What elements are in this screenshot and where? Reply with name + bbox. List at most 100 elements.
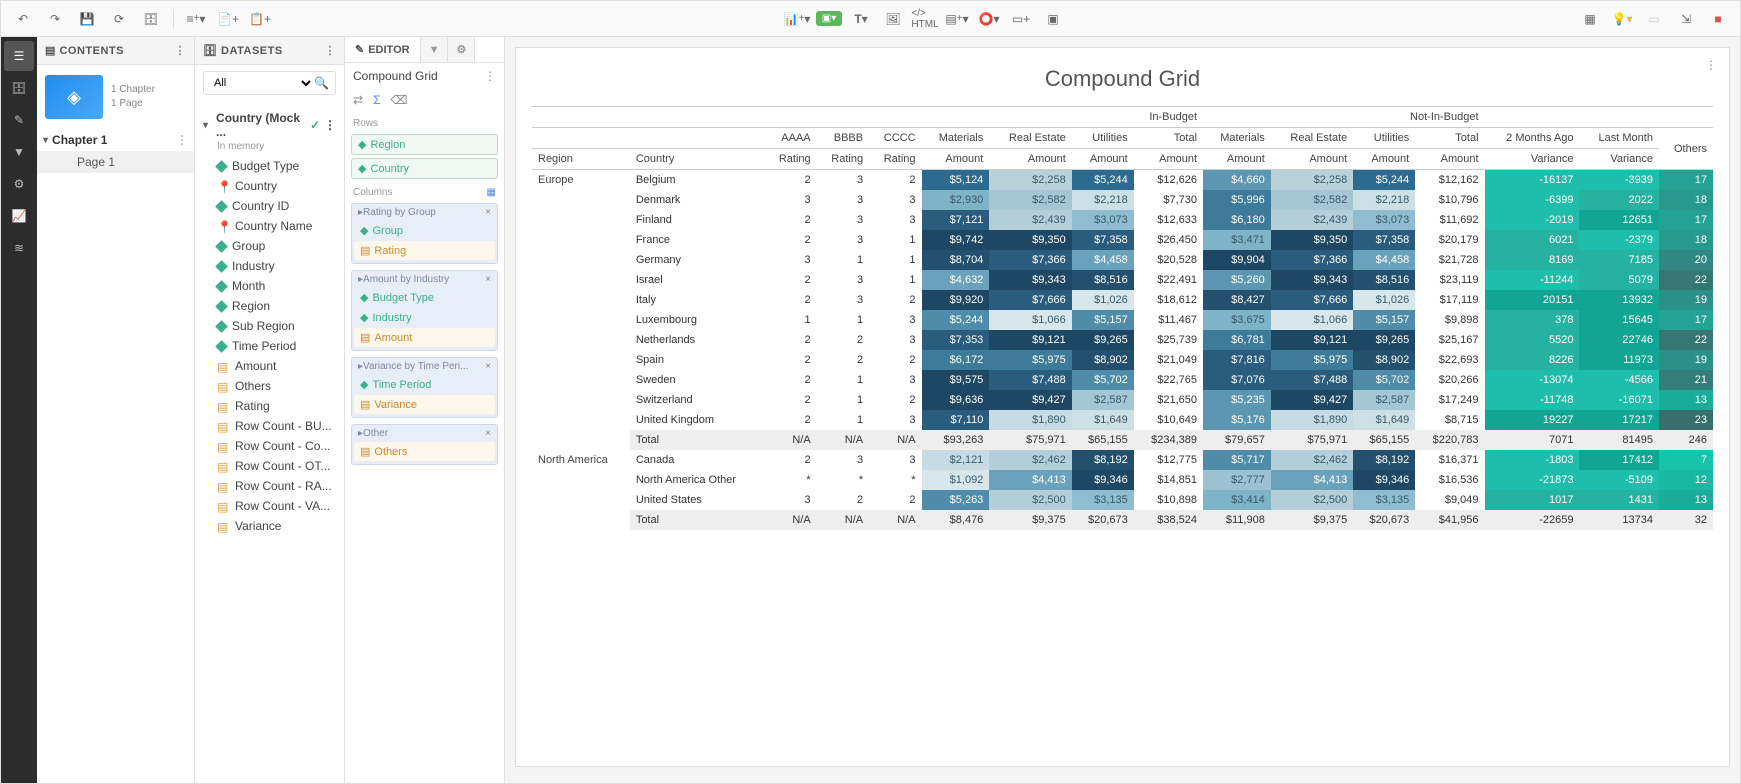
column-group[interactable]: ▸ Amount by Industry×◆Budget Type◆Indust…: [351, 270, 498, 351]
widget-menu-button[interactable]: ⋮: [1705, 58, 1717, 72]
close-icon[interactable]: ×: [485, 428, 491, 439]
grid-layout-icon[interactable]: ▦: [487, 187, 496, 198]
eraser-icon[interactable]: ⌫: [390, 93, 407, 107]
dataset-item[interactable]: Time Period: [203, 336, 336, 356]
save-button[interactable]: 💾: [73, 5, 101, 33]
widget-button[interactable]: ▤+▾: [943, 5, 971, 33]
stop-button[interactable]: ■: [1704, 5, 1732, 33]
column-chip[interactable]: ◆Budget Type: [354, 288, 495, 307]
rail-funnel-icon[interactable]: ▼: [4, 137, 34, 167]
layers-button[interactable]: ▣: [1039, 5, 1067, 33]
chapter-menu[interactable]: ⋮: [176, 133, 188, 147]
dataset-item[interactable]: ▤Variance: [203, 516, 336, 536]
close-icon[interactable]: ×: [485, 361, 491, 372]
close-icon[interactable]: ×: [485, 274, 491, 285]
column-chip[interactable]: ▤Others: [354, 442, 495, 461]
attribute-icon: [215, 320, 228, 333]
dataset-item-label: Others: [235, 379, 271, 393]
column-group[interactable]: ▸ Variance by Time Peri...×◆Time Period▤…: [351, 357, 498, 418]
column-chip[interactable]: ◆Group: [354, 221, 495, 240]
industry-col-header: Materials: [1203, 128, 1271, 149]
dataset-item[interactable]: Budget Type: [203, 156, 336, 176]
dataset-item[interactable]: ▤Row Count - OT...: [203, 456, 336, 476]
refresh-button[interactable]: ⟳: [105, 5, 133, 33]
datasets-menu-button[interactable]: ⋮: [325, 44, 337, 57]
column-chip[interactable]: ◆Time Period: [354, 375, 495, 394]
rail-metrics-icon[interactable]: 📈: [4, 201, 34, 231]
dataset-item[interactable]: ▤Amount: [203, 356, 336, 376]
close-icon[interactable]: ×: [485, 207, 491, 218]
text-button[interactable]: T▾: [847, 5, 875, 33]
dataset-item[interactable]: ▤Row Count - RA...: [203, 476, 336, 496]
rail-settings-icon[interactable]: ⚙: [4, 169, 34, 199]
chart-button[interactable]: 📊+▾: [783, 5, 811, 33]
dataset-item[interactable]: ▤Row Count - VA...: [203, 496, 336, 516]
idea-button[interactable]: 💡▾: [1608, 5, 1636, 33]
contents-menu-button[interactable]: ⋮: [175, 44, 187, 57]
dataset-item[interactable]: ▤Others: [203, 376, 336, 396]
amount-cell: $3,073: [1353, 210, 1415, 230]
column-chip[interactable]: ▤Rating: [354, 241, 495, 260]
rail-pencil-icon[interactable]: ✎: [4, 105, 34, 135]
editor-tab[interactable]: ✎ EDITOR: [345, 37, 421, 62]
table-row: Finland233$7,121$2,439$3,073$12,633$6,18…: [532, 210, 1713, 230]
freeform-button[interactable]: ▭: [1640, 5, 1668, 33]
dataset-group-menu[interactable]: ⋮: [324, 118, 336, 132]
amount-cell: $9,343: [989, 270, 1071, 290]
rail-datasets-icon[interactable]: 🗄: [4, 73, 34, 103]
responsive-button[interactable]: ▦: [1576, 5, 1604, 33]
country-cell: United Kingdom: [630, 410, 764, 430]
rail-toc-icon[interactable]: ☰: [4, 41, 34, 71]
filter-tab[interactable]: ▼: [421, 37, 449, 62]
new-sheet-button[interactable]: 📄+: [214, 5, 242, 33]
image-button[interactable]: 🖼: [879, 5, 907, 33]
column-chip[interactable]: ◆Industry: [354, 308, 495, 327]
compound-grid-widget[interactable]: ⋮ Compound Grid In-BudgetNot-In-BudgetAA…: [515, 47, 1730, 767]
panel-button[interactable]: ▭+: [1007, 5, 1035, 33]
column-chip[interactable]: ▤Amount: [354, 328, 495, 347]
add-data-button[interactable]: ≡+▾: [182, 5, 210, 33]
document-card[interactable]: ◈ 1 Chapter 1 Page: [37, 69, 194, 125]
dataset-item[interactable]: Sub Region: [203, 316, 336, 336]
column-group[interactable]: ▸ Rating by Group×◆Group▤Rating: [351, 203, 498, 264]
filter-button[interactable]: ▣▾: [815, 5, 843, 33]
dataset-item[interactable]: Group: [203, 236, 336, 256]
shape-button[interactable]: ⭕▾: [975, 5, 1003, 33]
dataset-item[interactable]: ▤Rating: [203, 396, 336, 416]
column-chip[interactable]: ▤Variance: [354, 395, 495, 414]
dataset-item[interactable]: Industry: [203, 256, 336, 276]
html-button[interactable]: </>HTML: [911, 5, 939, 33]
chapter-row[interactable]: ▾ Chapter 1 ⋮: [37, 129, 194, 151]
format-tab[interactable]: ⚙: [448, 37, 475, 62]
dataset-item[interactable]: 📍Country Name: [203, 216, 336, 236]
datasets-filter-select[interactable]: All: [210, 76, 314, 90]
total-cell: $9,898: [1415, 310, 1484, 330]
rows-dropzone[interactable]: ◆Region ◆Country: [351, 134, 498, 182]
editor-viz-menu[interactable]: ⋮: [484, 69, 496, 83]
table-row: Sweden213$9,575$7,488$5,702$22,765$7,076…: [532, 370, 1713, 390]
dataset-item[interactable]: 📍Country: [203, 176, 336, 196]
swap-icon[interactable]: ⇄: [353, 93, 363, 107]
dataset-item[interactable]: ▤Row Count - Co...: [203, 436, 336, 456]
sigma-icon[interactable]: Σ: [373, 93, 380, 107]
dataset-item[interactable]: Month: [203, 276, 336, 296]
duplicate-button[interactable]: 📋+: [246, 5, 274, 33]
rail-layers-icon[interactable]: ≋: [4, 233, 34, 263]
redo-button[interactable]: ↷: [41, 5, 69, 33]
group-col-header: CCCC: [869, 128, 921, 149]
undo-button[interactable]: ↶: [9, 5, 37, 33]
dataset-item[interactable]: Country ID: [203, 196, 336, 216]
dataset-item[interactable]: ▤Row Count - BU...: [203, 416, 336, 436]
database-button[interactable]: 🗄: [137, 5, 165, 33]
dock-button[interactable]: ⇲: [1672, 5, 1700, 33]
page-row[interactable]: Page 1: [37, 151, 194, 173]
row-chip[interactable]: ◆Region: [351, 134, 498, 155]
rating-cell: 3: [869, 310, 921, 330]
datasets-search[interactable]: All 🔍: [203, 71, 336, 95]
dataset-group-header[interactable]: ▾ Country (Mock ... ✓ ⋮: [203, 109, 336, 141]
amount-cell: $1,649: [1353, 410, 1415, 430]
dataset-item[interactable]: Region: [203, 296, 336, 316]
editor-tab-label: EDITOR: [368, 44, 409, 56]
column-group[interactable]: ▸ Other×▤Others: [351, 424, 498, 465]
row-chip[interactable]: ◆Country: [351, 158, 498, 179]
